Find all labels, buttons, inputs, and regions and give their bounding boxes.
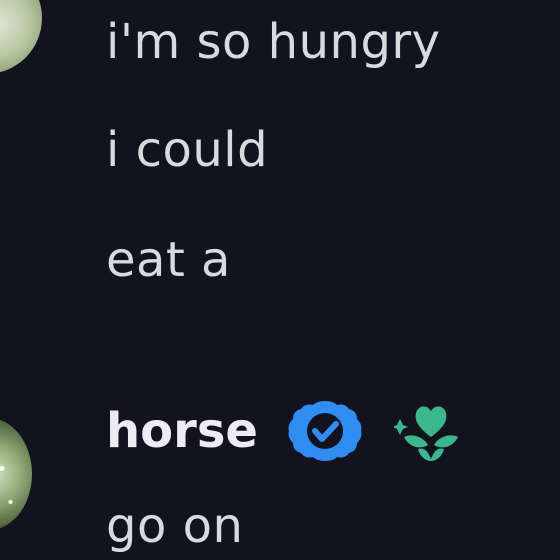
- verified-badge-icon: [288, 401, 362, 461]
- message-header: horse: [106, 398, 468, 464]
- user-avatar[interactable]: [0, 0, 42, 74]
- message-text: eat a: [106, 232, 231, 288]
- username[interactable]: horse: [106, 401, 258, 461]
- chat-view: i'm so hungry i could eat a horse go on: [0, 0, 560, 560]
- green-heart-bloom-icon: [393, 406, 458, 461]
- message-text: go on: [106, 498, 244, 554]
- message-text: i'm so hungry: [106, 14, 441, 70]
- message-text: i could: [106, 122, 269, 178]
- user-avatar[interactable]: [0, 418, 32, 530]
